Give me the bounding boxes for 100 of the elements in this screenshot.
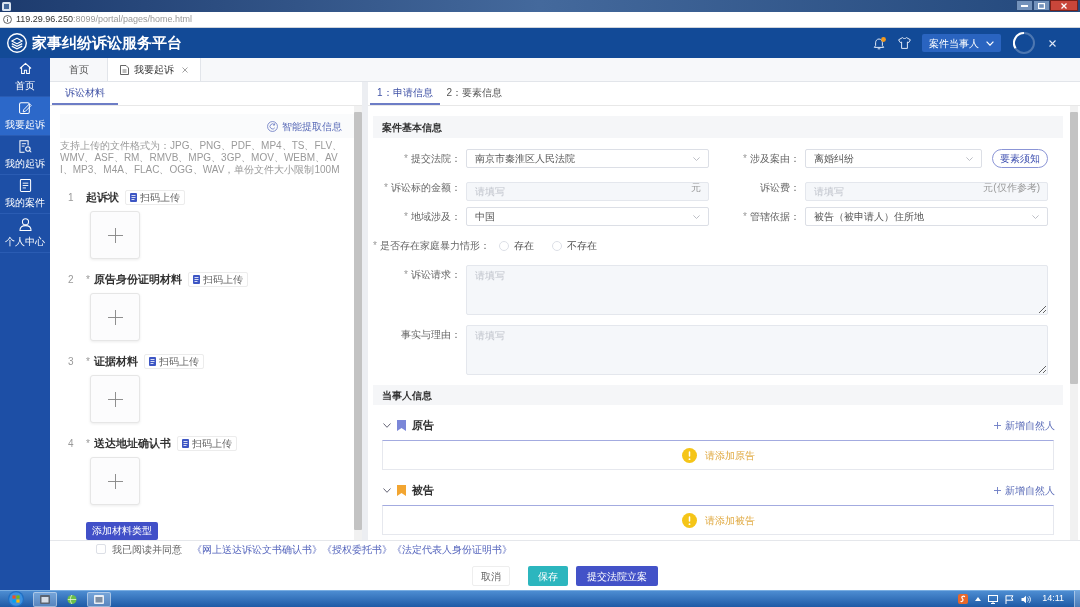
ring-icon[interactable] (1013, 32, 1035, 54)
minimize-button[interactable] (1016, 0, 1033, 11)
minimize-icon (1021, 4, 1028, 7)
document-search-icon (18, 139, 32, 153)
unit-suffix: 元 (691, 181, 701, 194)
material-title: 起诉状 (86, 189, 119, 205)
plus-icon (994, 421, 1001, 429)
flag-icon[interactable] (1005, 594, 1015, 604)
warning-icon (681, 512, 697, 528)
add-material-type-button[interactable]: 添加材料类型 (86, 521, 158, 540)
scan-upload-button[interactable]: 扫码上传 (187, 271, 248, 287)
dropdown-field[interactable]: 南京市秦淮区人民法院 (466, 149, 709, 168)
scrollbar[interactable] (1070, 106, 1078, 540)
warning-icon (681, 447, 697, 463)
caret-up-icon[interactable] (975, 597, 982, 601)
app-window-icon (2, 1, 11, 11)
required-mark: * (743, 152, 747, 166)
role-select[interactable]: 案件当事人 (922, 34, 1001, 52)
agree-checkbox[interactable] (96, 544, 106, 554)
radio-option[interactable]: 不存在 (551, 238, 597, 253)
person-icon (18, 217, 32, 231)
unit-suffix: 元(仅作参考) (983, 181, 1040, 194)
cancel-button[interactable]: 取消 (472, 566, 510, 586)
chevron-down-icon[interactable] (383, 487, 391, 493)
field-label: 涉及案由： (750, 152, 800, 166)
add-person-link[interactable]: 新增自然人 (994, 417, 1055, 433)
field-label: 管辖依据： (750, 210, 800, 224)
app-title: 家事纠纷诉讼服务平台 (32, 32, 182, 53)
document-icon (130, 192, 137, 202)
agreement-text: 我已阅读并同意 (112, 542, 182, 557)
chevron-down-icon (966, 156, 973, 161)
field-label: 地域涉及： (411, 210, 461, 224)
app-tile-icon[interactable] (958, 594, 969, 604)
step-number: 4 (68, 436, 75, 451)
scan-upload-button[interactable]: 扫码上传 (176, 435, 237, 451)
clock: 14:11 (1042, 592, 1064, 606)
materials-tab[interactable]: 诉讼材料 (52, 82, 118, 105)
address-field[interactable]: 119.29.96.250:8099/portal/pages/home.html (0, 12, 1080, 28)
page-tab[interactable]: 我要起诉 (107, 58, 201, 81)
document-icon (120, 64, 129, 75)
smart-extract-link[interactable]: 智能提取信息 (267, 118, 342, 134)
maximize-button[interactable] (1033, 0, 1050, 11)
party-label: 被告 (412, 482, 434, 498)
submit-button[interactable]: 提交法院立案 (576, 566, 658, 586)
material-title: 原告身份证明材料 (93, 271, 182, 287)
document-icon (192, 274, 200, 284)
empty-state-text: 请添加被告 (704, 513, 755, 528)
sidebar-item[interactable]: 我要起诉 (0, 97, 50, 136)
chevron-down-icon (986, 40, 994, 46)
close-button[interactable] (1050, 0, 1078, 11)
field-label: 事实与理由： (401, 328, 461, 342)
globe-icon (67, 594, 77, 604)
document-icon (181, 438, 189, 448)
shirt-icon[interactable] (898, 37, 911, 49)
maximize-icon (1038, 2, 1045, 9)
chevron-down-icon (1032, 214, 1039, 219)
monitor-icon[interactable] (988, 594, 999, 604)
show-desktop-button[interactable] (1074, 591, 1080, 607)
document-icon (148, 356, 156, 366)
plus-icon (107, 473, 123, 489)
field-label: 是否存在家庭暴力情形： (379, 239, 490, 253)
step-number: 3 (68, 354, 75, 369)
form-tab[interactable]: 1：申请信息 (370, 82, 440, 105)
step-number: 2 (68, 272, 75, 287)
required-mark: * (373, 239, 377, 253)
scan-upload-button[interactable]: 扫码上传 (143, 353, 204, 369)
form-tab[interactable]: 2：要素信息 (439, 82, 510, 105)
circular-arrow-icon (267, 120, 278, 132)
add-person-link[interactable]: 新增自然人 (994, 482, 1055, 498)
taskbar-button[interactable] (87, 591, 111, 607)
bell-icon[interactable] (873, 36, 886, 50)
chevron-down-icon[interactable] (383, 422, 391, 428)
speaker-icon[interactable] (1021, 594, 1032, 604)
field-label: 诉讼请求： (411, 268, 461, 282)
page-tab[interactable]: 首页 (50, 58, 107, 81)
plus-icon (107, 391, 123, 407)
document-link[interactable]: 《网上送达诉讼文书确认书》 (192, 541, 322, 557)
section-title: 当事人信息 (373, 385, 1063, 405)
pen-square-icon (18, 100, 32, 114)
scrollbar-thumb[interactable] (1070, 112, 1078, 384)
document-icon (18, 178, 32, 192)
required-mark: * (86, 354, 90, 369)
chevron-down-icon (693, 156, 700, 161)
taskbar-button[interactable] (33, 591, 57, 607)
notice-button[interactable]: 要素须知 (992, 149, 1048, 168)
party-label: 原告 (412, 417, 434, 433)
material-title: 送达地址确认书 (93, 435, 171, 451)
home-icon (18, 61, 32, 75)
dropdown-field[interactable]: 被告（被申请人）住所地 (805, 207, 1048, 226)
start-orb-icon[interactable] (8, 591, 24, 607)
plus-icon (107, 227, 123, 243)
scan-upload-button[interactable]: 扫码上传 (125, 189, 185, 205)
empty-state-text: 请添加原告 (704, 448, 755, 463)
format-note: 支持上传的文件格式为：JPG、PNG、PDF、MP4、TS、FLV、WMV、ASF、RM、RMVB、MPG、3GP、MOV、WEBM、AVI、MP3、M4A、FLAC、OGG、WAV，单份文件大小限制100M (60, 140, 344, 176)
required-mark: * (404, 152, 408, 166)
dropdown-field[interactable]: 离婚纠纷 (805, 149, 982, 168)
document-link[interactable]: 《授权委托书》 (322, 541, 392, 557)
dropdown-field[interactable]: 中国 (466, 207, 709, 226)
radio-option[interactable]: 存在 (498, 238, 534, 253)
document-link[interactable]: 《法定代表人身份证明书》 (392, 541, 512, 557)
